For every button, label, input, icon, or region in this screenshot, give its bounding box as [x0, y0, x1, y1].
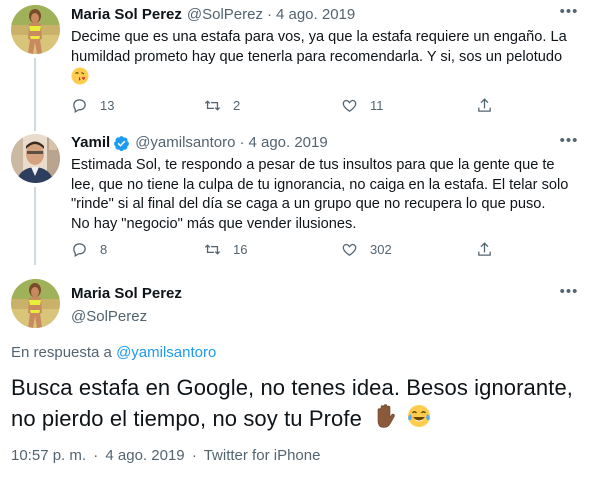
display-name[interactable]: Maria Sol Perez — [71, 5, 182, 25]
more-options-icon[interactable]: ••• — [559, 4, 579, 25]
share-icon — [478, 241, 491, 256]
action-bar: 8 16 302 — [71, 239, 501, 259]
retweet-button[interactable]: 16 — [204, 239, 247, 259]
reply-count: 8 — [100, 241, 108, 257]
tweet-1[interactable]: Maria Sol Perez @SolPerez · 4 ago. 2019 … — [0, 4, 593, 131]
author-block: Maria Sol Perez @SolPerez — [71, 284, 182, 327]
tweet-text: Busca estafa en Google, no tenes idea. B… — [11, 372, 581, 437]
share-button[interactable] — [476, 95, 493, 115]
tweet-text: Estimada Sol, te respondo a pesar de tus… — [71, 156, 583, 235]
timestamp[interactable]: 4 ago. 2019 — [276, 5, 355, 25]
avatar[interactable] — [11, 134, 60, 183]
retweet-button[interactable]: 2 — [204, 95, 240, 115]
reply-button[interactable]: 8 — [71, 239, 107, 259]
avatar[interactable] — [11, 5, 60, 54]
tweet-header: Maria Sol Perez @SolPerez · 4 ago. 2019 — [71, 5, 355, 25]
face-with-tears-of-joy-emoji — [406, 403, 432, 437]
reply-context: En respuesta a @yamilsantoro — [11, 344, 216, 361]
text-line: No hay "negocio" más que vender ilusione… — [71, 216, 357, 233]
tweet-metadata: 10:57 p. m. · 4 ago. 2019 · Twitter for … — [11, 447, 320, 464]
separator: · — [191, 447, 197, 464]
like-count: 302 — [370, 241, 392, 257]
tweet-date[interactable]: 4 ago. 2019 — [105, 447, 184, 464]
tweet-text: Decime que es una estafa para vos, ya qu… — [71, 28, 583, 87]
display-name[interactable]: Maria Sol Perez — [71, 284, 182, 304]
username[interactable]: @yamilsantoro — [135, 133, 235, 153]
action-bar: 13 2 11 — [71, 95, 501, 115]
display-name[interactable]: Yamil — [71, 133, 110, 153]
retweet-icon — [204, 99, 221, 111]
retweet-count: 2 — [233, 97, 241, 113]
like-button[interactable]: 11 — [341, 95, 384, 115]
main-tweet: Maria Sol Perez @SolPerez ••• En respues… — [0, 279, 593, 479]
text-line: "rinde" si al final del día se caga a un… — [71, 196, 546, 213]
reply-to-link[interactable]: @yamilsantoro — [116, 344, 216, 361]
thread-line — [34, 187, 36, 265]
share-button[interactable] — [476, 239, 493, 259]
timestamp[interactable]: 4 ago. 2019 — [248, 133, 327, 153]
text-line: no pierdo el tiempo, no soy tu Profe — [11, 406, 362, 431]
username[interactable]: @SolPerez — [187, 5, 263, 25]
text-line: Busca estafa en Google, no tenes idea. B… — [11, 375, 573, 400]
avatar[interactable] — [11, 279, 60, 328]
like-count: 11 — [370, 97, 384, 113]
reply-prefix: En respuesta a — [11, 344, 112, 361]
more-options-icon[interactable]: ••• — [559, 284, 579, 305]
reply-icon — [73, 242, 86, 257]
tweet-header: Yamil @yamilsantoro · 4 ago. 2019 — [71, 133, 328, 153]
separator: · — [239, 134, 245, 151]
tweet-2[interactable]: Yamil @yamilsantoro · 4 ago. 2019 ••• Es… — [0, 133, 593, 265]
retweet-icon — [204, 243, 221, 255]
tweet-source[interactable]: Twitter for iPhone — [204, 447, 321, 464]
like-button[interactable]: 302 — [341, 239, 392, 259]
tweet-time[interactable]: 10:57 p. m. — [11, 447, 86, 464]
more-options-icon[interactable]: ••• — [559, 133, 579, 154]
text-line: Decime que es una estafa para vos, ya qu… — [71, 29, 567, 45]
separator: · — [93, 447, 99, 464]
raised-hand-dark-skin-emoji — [372, 403, 398, 437]
reply-count: 13 — [100, 97, 115, 113]
text-line: humildad prometo hay que tenerla para re… — [71, 48, 563, 65]
separator: · — [266, 6, 272, 23]
text-line: lee, que no tiene la culpa de tu ignoran… — [71, 176, 569, 193]
heart-icon — [342, 243, 357, 256]
reply-button[interactable]: 13 — [71, 95, 114, 115]
username[interactable]: @SolPerez — [71, 307, 182, 327]
face-blowing-kiss-emoji — [71, 67, 89, 92]
verified-badge-icon — [113, 135, 130, 152]
retweet-count: 16 — [233, 241, 248, 257]
reply-icon — [73, 98, 86, 113]
thread-line — [34, 58, 36, 131]
heart-icon — [342, 99, 357, 112]
share-icon — [478, 97, 491, 112]
text-line: Estimada Sol, te respondo a pesar de tus… — [71, 157, 555, 173]
